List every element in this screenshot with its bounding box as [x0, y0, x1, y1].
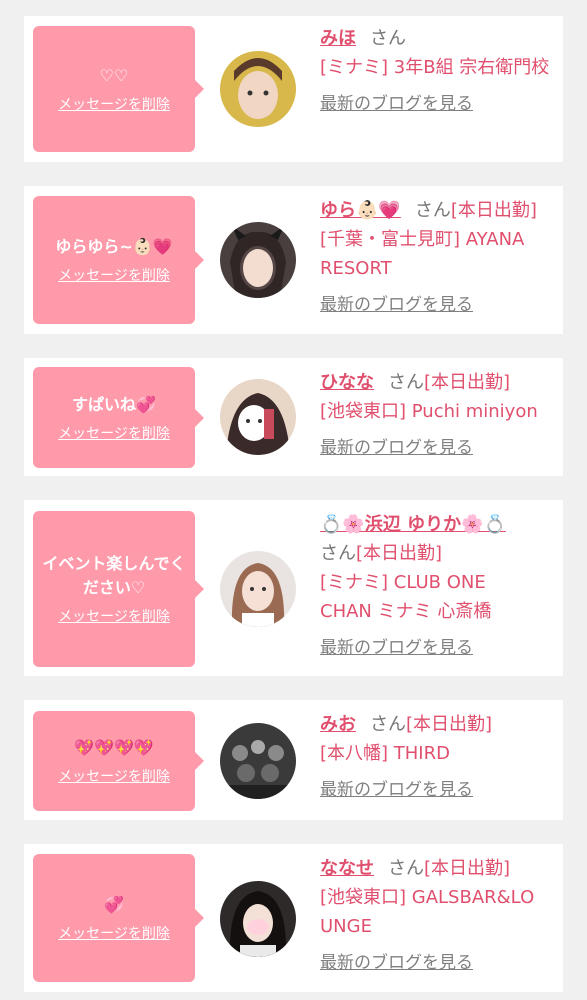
message-text: すぱいね💞	[72, 394, 156, 414]
honorific: さん	[370, 28, 406, 49]
latest-blog-link[interactable]: 最新のブログを見る	[320, 949, 560, 978]
status-badge: [本日出勤]	[424, 372, 511, 393]
avatar[interactable]	[220, 723, 296, 799]
message-bubble: すぱいね💞 メッセージを削除	[33, 367, 204, 468]
profile-info: ななせ さん[本日出勤] [池袋東口] GALSBAR&LOUNGE 最新のブログ…	[320, 854, 560, 978]
follow-card: ゆらゆら~👶🏻💗 メッセージを削除 ゆら👶🏻💗 さん[本日出勤] [千葉・富士見町…	[24, 186, 563, 334]
cast-name-link[interactable]: みほ	[320, 28, 356, 49]
profile-info: みお さん[本日出勤] [本八幡] THIRD 最新のブログを見る	[320, 710, 560, 805]
profile-info: ゆら👶🏻💗 さん[本日出勤] [千葉・富士見町] AYANA RESORT 最新の…	[320, 196, 565, 320]
shop-name: [池袋東口] GALSBAR&LOUNGE	[320, 887, 535, 937]
status-badge: [本日出勤]	[406, 714, 493, 735]
latest-blog-link[interactable]: 最新のブログを見る	[320, 291, 565, 320]
cast-name-link[interactable]: ひなな	[320, 372, 374, 393]
shop-name: [ミナミ] CLUB ONE CHAN ミナミ 心斎橋	[320, 572, 492, 622]
shop-name: [ミナミ] 3年B組 宗右衛門校	[320, 57, 550, 78]
message-bubble: ♡♡ メッセージを削除	[33, 26, 204, 152]
honorific: さん	[414, 200, 451, 221]
follow-card: イベント楽しんでください♡ メッセージを削除 💍🌸浜辺 ゆりか🌸💍 さん[本日出勤…	[24, 500, 563, 676]
cast-name-link[interactable]: 💍🌸浜辺 ゆりか🌸💍	[320, 510, 560, 539]
message-text: 💞	[104, 895, 124, 914]
follow-card: 💖💖💖💖 メッセージを削除 みお さん[本日出勤] [本八幡] THIRD 最新の…	[24, 700, 563, 820]
latest-blog-link[interactable]: 最新のブログを見る	[320, 90, 560, 119]
avatar[interactable]	[220, 222, 296, 298]
honorific: さん	[388, 372, 424, 393]
message-bubble: ゆらゆら~👶🏻💗 メッセージを削除	[33, 196, 204, 324]
delete-message-link[interactable]: メッセージを削除	[58, 423, 170, 443]
shop-name: [本八幡] THIRD	[320, 743, 450, 764]
avatar[interactable]	[220, 379, 296, 455]
honorific: さん	[388, 858, 424, 879]
message-bubble: 💞 メッセージを削除	[33, 854, 204, 982]
avatar[interactable]	[220, 51, 296, 127]
profile-info: みほ さん [ミナミ] 3年B組 宗右衛門校 最新のブログを見る	[320, 24, 560, 119]
latest-blog-link[interactable]: 最新のブログを見る	[320, 776, 560, 805]
status-badge: [本日出勤]	[424, 858, 511, 879]
message-bubble: イベント楽しんでください♡ メッセージを削除	[33, 511, 204, 667]
delete-message-link[interactable]: メッセージを削除	[58, 94, 170, 114]
shop-name: [池袋東口] Puchi miniyon	[320, 401, 538, 422]
honorific: さん	[320, 543, 356, 564]
message-text: イベント楽しんでください♡	[42, 554, 186, 597]
avatar[interactable]	[220, 551, 296, 627]
status-badge: [本日出勤]	[450, 200, 537, 221]
cast-name-link[interactable]: みお	[320, 714, 356, 735]
delete-message-link[interactable]: メッセージを削除	[58, 923, 170, 943]
cast-name-link[interactable]: ゆら👶🏻💗	[320, 200, 401, 221]
message-text: ♡♡	[99, 66, 129, 85]
profile-info: ひなな さん[本日出勤] [池袋東口] Puchi miniyon 最新のブログを…	[320, 368, 560, 463]
status-badge: [本日出勤]	[356, 543, 443, 564]
shop-name: [千葉・富士見町] AYANA RESORT	[320, 229, 525, 279]
follow-card: すぱいね💞 メッセージを削除 ひなな さん[本日出勤] [池袋東口] Puchi …	[24, 358, 563, 476]
honorific: さん	[370, 714, 406, 735]
message-bubble: 💖💖💖💖 メッセージを削除	[33, 711, 204, 811]
cast-name-link[interactable]: ななせ	[320, 858, 374, 879]
follow-card: 💞 メッセージを削除 ななせ さん[本日出勤] [池袋東口] GALSBAR&LO…	[24, 844, 563, 992]
latest-blog-link[interactable]: 最新のブログを見る	[320, 634, 560, 663]
delete-message-link[interactable]: メッセージを削除	[58, 265, 170, 285]
follow-card: ♡♡ メッセージを削除 みほ さん [ミナミ] 3年B組 宗右衛門校 最新のブログ…	[24, 16, 563, 162]
message-text: ゆらゆら~👶🏻💗	[55, 237, 173, 256]
message-text: 💖💖💖💖	[74, 738, 154, 757]
delete-message-link[interactable]: メッセージを削除	[58, 606, 170, 626]
avatar[interactable]	[220, 881, 296, 957]
latest-blog-link[interactable]: 最新のブログを見る	[320, 434, 560, 463]
profile-info: 💍🌸浜辺 ゆりか🌸💍 さん[本日出勤] [ミナミ] CLUB ONE CHAN ミ…	[320, 510, 560, 663]
delete-message-link[interactable]: メッセージを削除	[58, 766, 170, 786]
